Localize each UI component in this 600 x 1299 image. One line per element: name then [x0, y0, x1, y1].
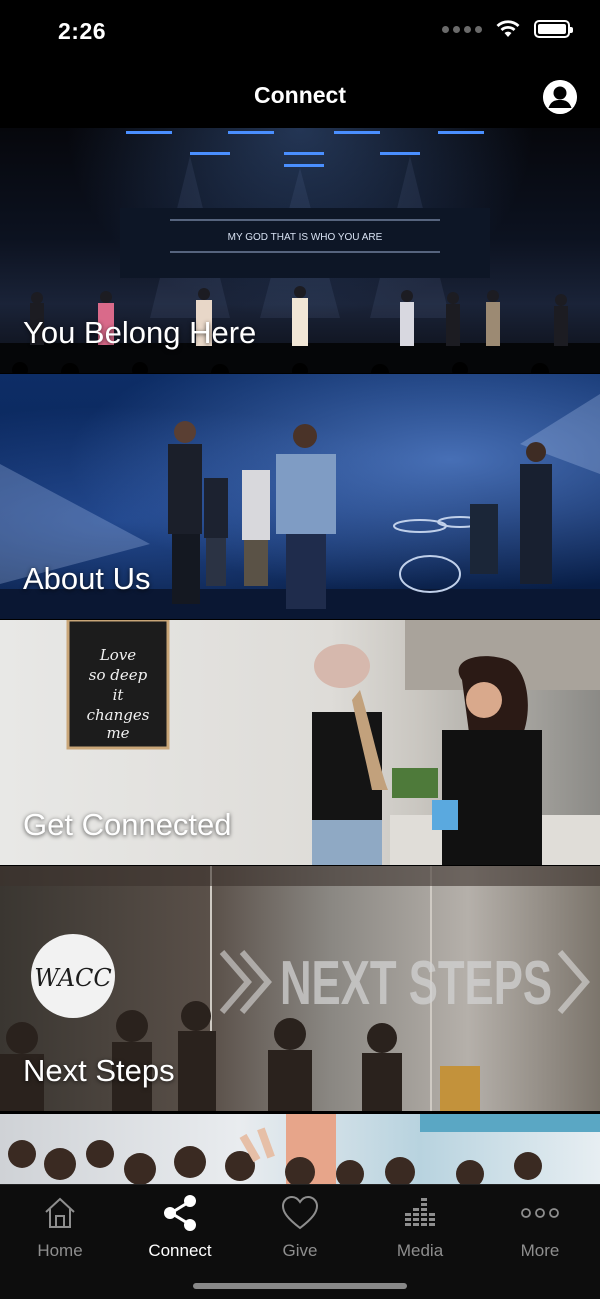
crowd-image	[0, 1114, 600, 1184]
status-time: 2:26	[58, 18, 107, 44]
tab-give[interactable]: Give	[240, 1193, 360, 1261]
wifi-icon	[496, 20, 520, 37]
tile-next-steps[interactable]: WACC NEXT STEPS Next Steps	[0, 866, 600, 1111]
tile-label: Next Steps	[23, 1053, 175, 1088]
signal-icon	[442, 25, 482, 33]
battery-icon	[534, 20, 573, 38]
page-title: Connect	[254, 82, 346, 108]
home-icon	[45, 1197, 75, 1228]
heart-icon	[281, 1195, 319, 1230]
tile-label: You Belong Here	[23, 315, 257, 350]
tile-get-connected[interactable]: Love so deep it changes me Get Connected	[0, 620, 600, 865]
tab-connect[interactable]: Connect	[120, 1193, 240, 1261]
svg-text:me: me	[106, 724, 129, 742]
tab-label: Media	[396, 1241, 444, 1260]
tile-label: About Us	[23, 561, 151, 596]
svg-text:so deep: so deep	[89, 666, 148, 684]
status-icons	[442, 20, 573, 38]
sign-text: Love	[99, 646, 136, 664]
status-bar: 2:26	[0, 0, 600, 64]
share-icon	[164, 1195, 196, 1231]
tab-more[interactable]: More	[480, 1193, 600, 1261]
tab-label: More	[520, 1241, 560, 1260]
screen-lyrics: MY GOD THAT IS WHO YOU ARE	[228, 232, 383, 243]
tile-you-belong-here[interactable]: MY GOD THAT IS WHO YOU ARE You Belong He…	[0, 128, 600, 373]
tab-label: Home	[37, 1241, 83, 1260]
tab-label: Give	[282, 1241, 318, 1260]
wacc-logo-text: WACC	[34, 964, 112, 992]
next-steps-wall-text: NEXT STEPS	[280, 949, 552, 1018]
home-indicator[interactable]	[193, 1283, 407, 1289]
tab-bar: Home Connect Give Media More	[0, 1184, 600, 1299]
tile-kids-ministry[interactable]	[0, 1114, 600, 1184]
tab-label: Connect	[148, 1241, 212, 1260]
svg-text:changes: changes	[87, 706, 150, 724]
svg-text:it: it	[113, 686, 125, 704]
tab-home[interactable]: Home	[0, 1193, 120, 1261]
tile-list: MY GOD THAT IS WHO YOU ARE You Belong He…	[0, 128, 600, 1184]
nav-bar: Connect	[0, 64, 600, 128]
user-icon	[543, 80, 577, 114]
more-icon	[521, 1208, 559, 1218]
tile-about-us[interactable]: About Us	[0, 374, 600, 619]
tab-media[interactable]: Media	[360, 1193, 480, 1261]
equalizer-icon	[405, 1198, 435, 1226]
profile-button[interactable]	[543, 80, 577, 114]
tile-label: Get Connected	[23, 807, 232, 842]
